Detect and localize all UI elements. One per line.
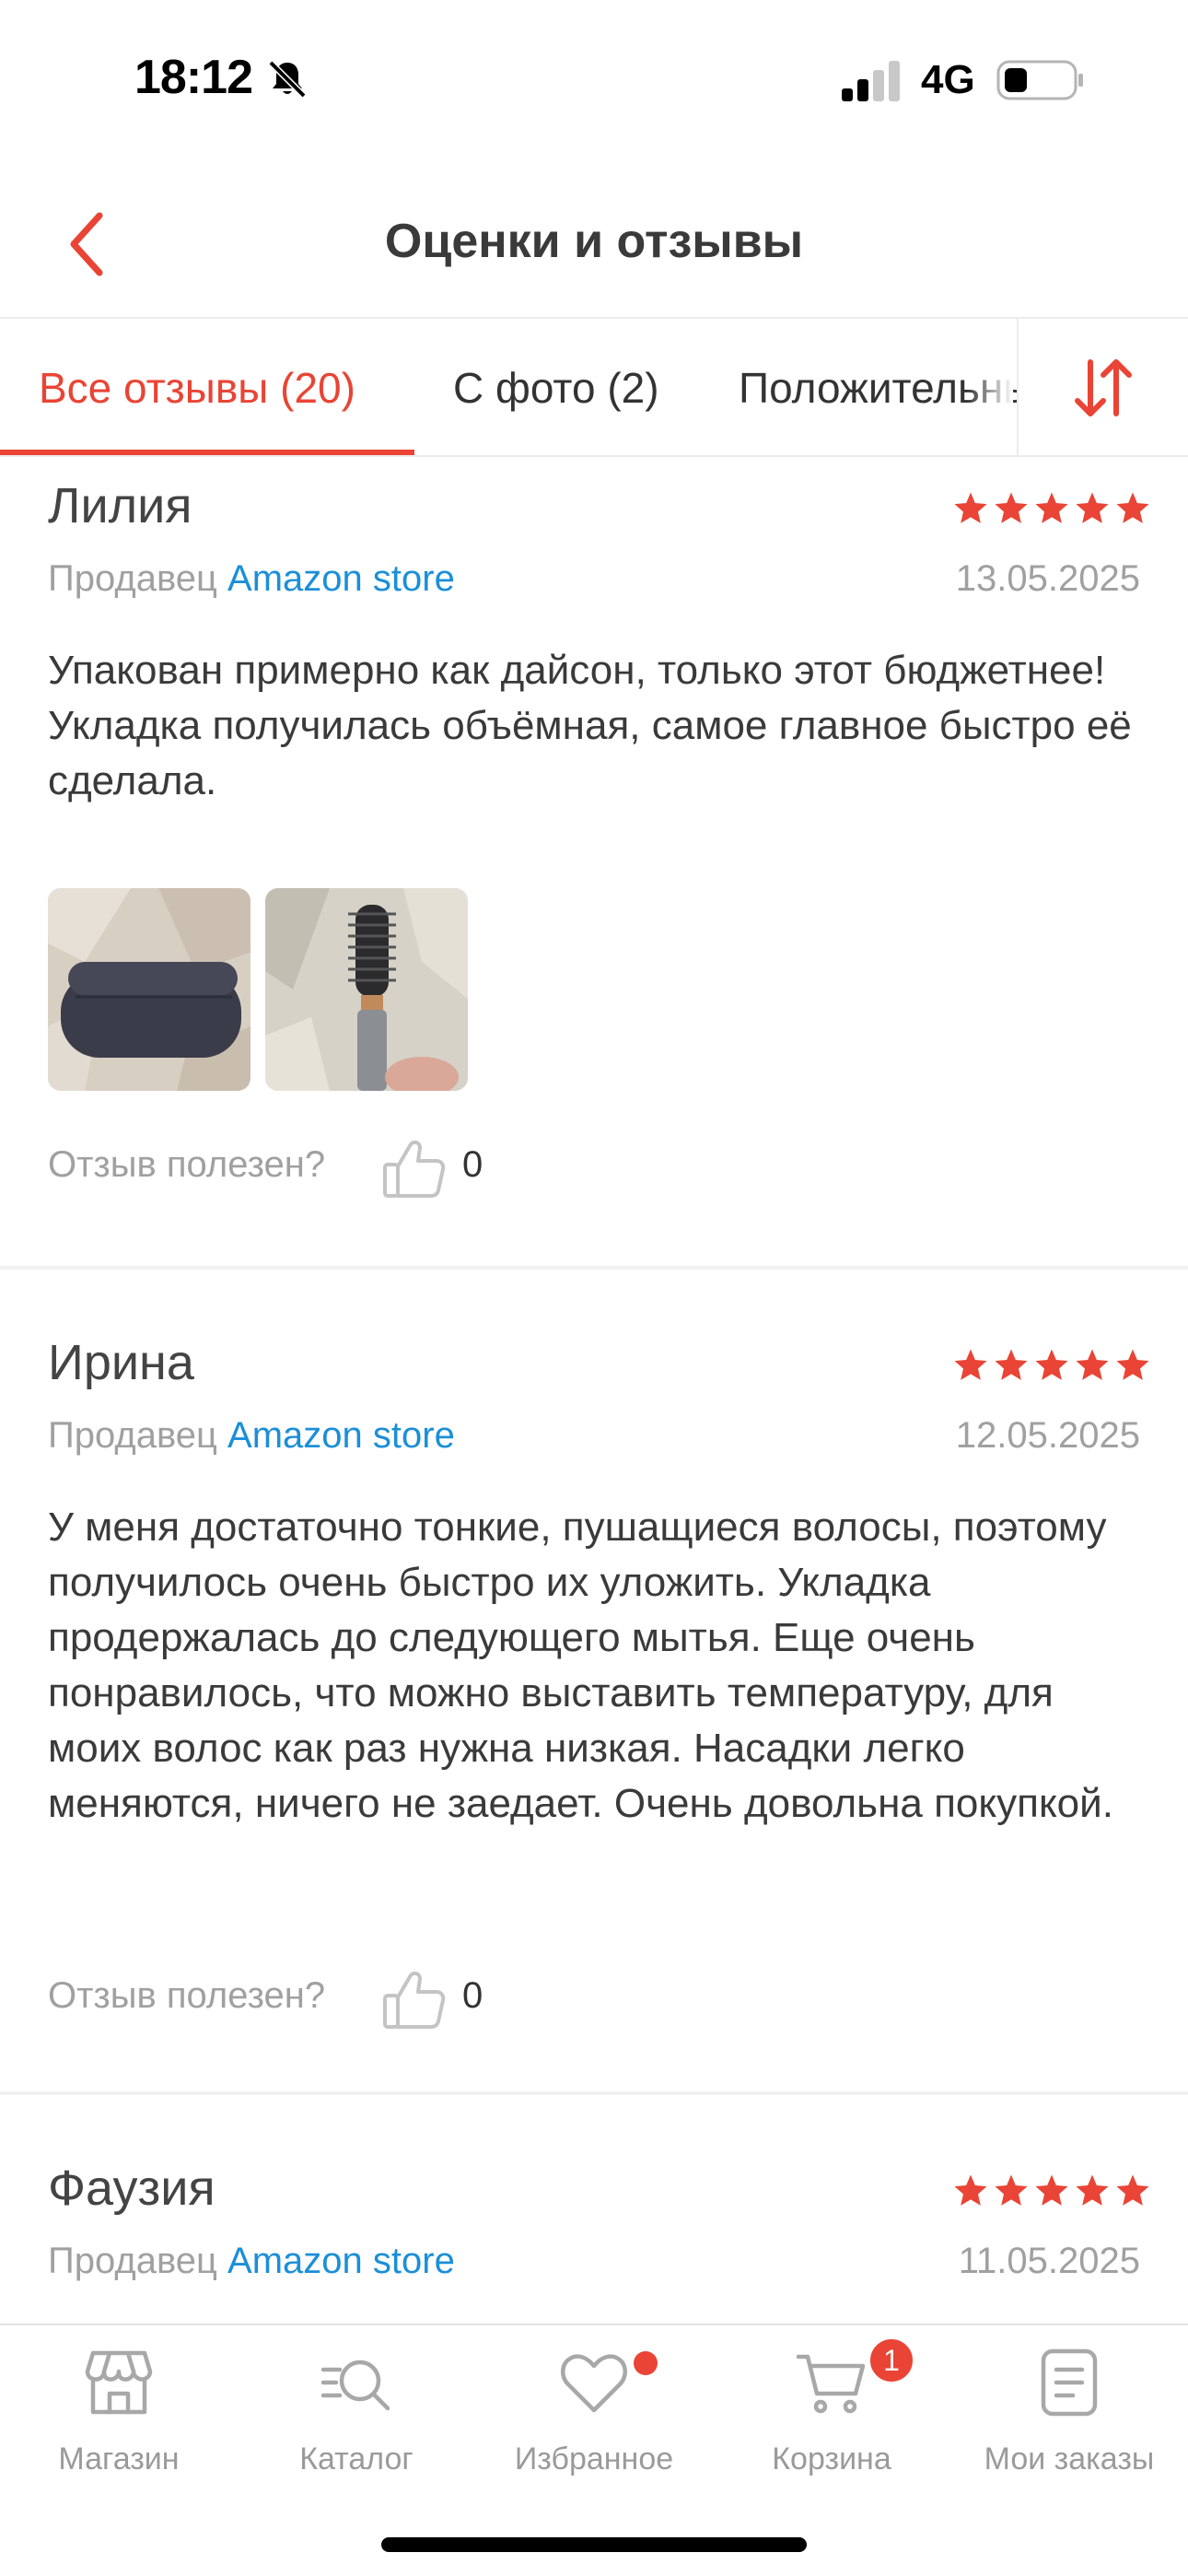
cellular-signal-icon [842, 61, 900, 101]
review-divider [0, 2091, 1188, 2095]
sort-button[interactable] [1017, 319, 1188, 455]
thumbs-up-icon[interactable] [379, 1135, 448, 1203]
star-rating [952, 490, 1151, 527]
seller-prefix: Продавец [48, 1415, 217, 1456]
star-icon [954, 1349, 987, 1380]
star-icon [1035, 492, 1068, 523]
seller-info: Продавец Amazon store [48, 1415, 455, 1457]
star-icon [1076, 1349, 1109, 1380]
seller-prefix: Продавец [48, 558, 217, 599]
tab-fade [967, 319, 1013, 455]
battery-icon [996, 60, 1083, 100]
star-rating [952, 1347, 1151, 1384]
hair-styler-brush-image [265, 888, 468, 1091]
bottom-nav-label: Каталог [299, 2441, 413, 2476]
bottom-nav-catalog[interactable]: Каталог [238, 2325, 475, 2510]
star-icon [1076, 492, 1109, 523]
network-type: 4G [921, 57, 975, 102]
bottom-nav-cart[interactable]: 1 Корзина [713, 2325, 950, 2510]
review-author: Фаузия [48, 2160, 215, 2216]
bottom-nav-favorites[interactable]: Избранное [475, 2325, 713, 2510]
star-icon [995, 492, 1028, 523]
cart-count-badge: 1 [868, 2336, 915, 2384]
seller-link[interactable]: Amazon store [227, 1415, 455, 1456]
review-author: Ирина [48, 1335, 194, 1390]
review-divider [0, 1266, 1188, 1270]
catalog-search-icon [320, 2359, 390, 2411]
seller-info: Продавец Amazon store [48, 558, 455, 600]
orders-icon [1041, 2348, 1098, 2417]
helpful-count: 0 [462, 1975, 483, 2016]
review-author: Лилия [48, 478, 192, 533]
thumbs-up-icon[interactable] [379, 1966, 448, 2034]
seller-link[interactable]: Amazon store [227, 2241, 455, 2281]
bottom-nav-label: Магазин [58, 2441, 180, 2476]
status-bar: 18:12 4G [0, 0, 1188, 157]
cart-icon [796, 2354, 866, 2414]
reviews-list[interactable]: Лилия Продавец Amazon store 13.05.2025 У… [0, 459, 1188, 2324]
star-icon [1116, 492, 1149, 523]
heart-icon [561, 2354, 627, 2413]
page-title: Оценки и отзывы [384, 215, 804, 268]
star-rating [952, 2172, 1151, 2209]
seller-link[interactable]: Amazon store [227, 558, 455, 599]
star-icon [954, 492, 987, 523]
review-photo-styler[interactable] [265, 888, 468, 1091]
star-icon [1035, 2174, 1068, 2206]
seller-prefix: Продавец [48, 2241, 217, 2281]
review-date: 13.05.2025 [955, 558, 1140, 599]
seller-info: Продавец Amazon store [48, 2241, 455, 2282]
star-icon [1076, 2174, 1109, 2206]
review-text: У меня достаточно тонкие, пушащиеся воло… [48, 1505, 1113, 1826]
bell-mute-icon [268, 60, 307, 99]
review-filter-tabs: Все отзывы (20) С фото (2) Положительные [0, 319, 1188, 457]
status-time: 18:12 [134, 51, 253, 104]
hair-styler-case-image [48, 888, 250, 1091]
bottom-nav-label: Корзина [772, 2441, 891, 2476]
helpful-count: 0 [462, 1144, 483, 1185]
bottom-nav-label: Избранное [514, 2441, 674, 2476]
star-icon [1116, 1349, 1149, 1380]
sort-arrows-icon [1075, 359, 1132, 416]
review-text: Упакован примерно как дайсон, только это… [48, 648, 1132, 803]
review-date: 11.05.2025 [958, 2241, 1140, 2281]
star-icon [995, 1349, 1028, 1380]
star-icon [1035, 1349, 1068, 1380]
store-icon [85, 2350, 153, 2415]
tab-with-photo[interactable]: С фото (2) [453, 319, 659, 455]
star-icon [995, 2174, 1028, 2206]
home-indicator[interactable] [381, 2537, 807, 2552]
helpful-label: Отзыв полезен? [48, 1144, 326, 1185]
tab-all-reviews[interactable]: Все отзывы (20) [39, 319, 355, 455]
review-date: 12.05.2025 [955, 1415, 1140, 1456]
helpful-label: Отзыв полезен? [48, 1975, 326, 2016]
nav-header: Оценки и отзывы [0, 175, 1188, 319]
star-icon [954, 2174, 987, 2206]
favorites-indicator-dot [634, 2351, 658, 2375]
bottom-nav-orders[interactable]: Мои заказы [950, 2325, 1188, 2510]
active-tab-indicator [0, 450, 414, 455]
bottom-nav-store[interactable]: Магазин [0, 2325, 238, 2510]
bottom-nav-label: Мои заказы [984, 2441, 1155, 2476]
review-photo-case[interactable] [48, 888, 250, 1091]
star-icon [1116, 2174, 1149, 2206]
